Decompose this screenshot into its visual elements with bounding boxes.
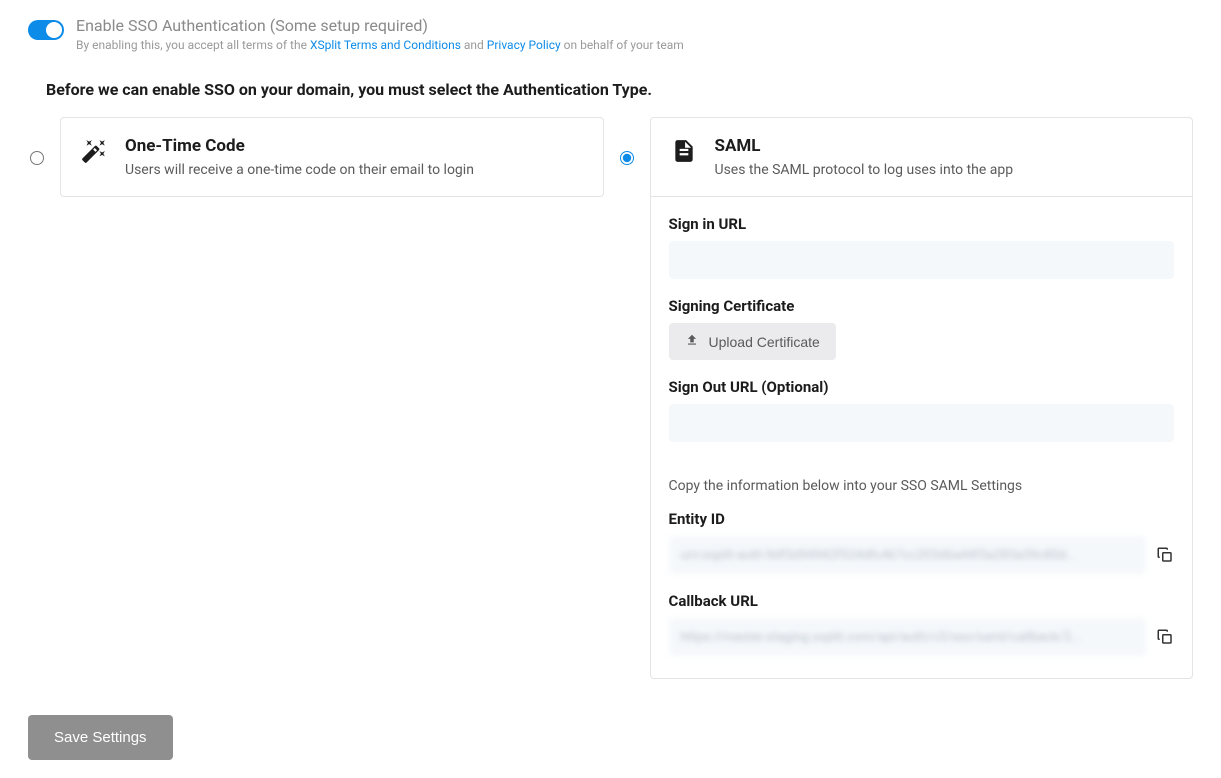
one-time-code-title: One-Time Code bbox=[125, 136, 474, 156]
entity-id-label: Entity ID bbox=[669, 510, 1175, 528]
privacy-link[interactable]: Privacy Policy bbox=[487, 38, 561, 52]
subtitle-text-before: By enabling this, you accept all terms o… bbox=[76, 38, 310, 52]
signin-url-input[interactable] bbox=[669, 241, 1175, 279]
radio-saml[interactable] bbox=[620, 151, 634, 165]
signin-url-label: Sign in URL bbox=[669, 215, 1175, 233]
magic-wand-icon bbox=[79, 136, 109, 166]
copy-callback-url-button[interactable] bbox=[1156, 628, 1174, 646]
subtitle-text-mid: and bbox=[461, 38, 487, 52]
signout-url-label: Sign Out URL (Optional) bbox=[669, 378, 1175, 396]
radio-one-time-code[interactable] bbox=[30, 151, 44, 165]
callback-url-value: https://master.staging.xsplit.com/api/au… bbox=[669, 618, 1147, 656]
terms-link[interactable]: XSplit Terms and Conditions bbox=[310, 38, 461, 52]
signout-url-input[interactable] bbox=[669, 404, 1175, 442]
enable-sso-toggle[interactable] bbox=[28, 20, 64, 40]
callback-url-label: Callback URL bbox=[669, 592, 1175, 610]
upload-certificate-label: Upload Certificate bbox=[709, 334, 820, 350]
upload-icon bbox=[685, 333, 699, 350]
saml-title: SAML bbox=[715, 136, 1014, 156]
document-icon bbox=[669, 136, 699, 166]
subtitle-text-after: on behalf of your team bbox=[561, 38, 684, 52]
one-time-code-card[interactable]: One-Time Code Users will receive a one-t… bbox=[60, 117, 604, 197]
upload-certificate-button[interactable]: Upload Certificate bbox=[669, 323, 836, 360]
entity-id-value: urn:xsplit-auth:9df3d94942f524dfc467cc20… bbox=[669, 536, 1147, 574]
saml-card: SAML Uses the SAML protocol to log uses … bbox=[650, 117, 1194, 679]
enable-sso-subtitle: By enabling this, you accept all terms o… bbox=[76, 38, 684, 52]
instruction-text: Before we can enable SSO on your domain,… bbox=[46, 80, 1193, 99]
copy-entity-id-button[interactable] bbox=[1156, 546, 1174, 564]
save-settings-button[interactable]: Save Settings bbox=[28, 715, 173, 760]
signing-cert-label: Signing Certificate bbox=[669, 297, 1175, 315]
one-time-code-desc: Users will receive a one-time code on th… bbox=[125, 162, 474, 178]
saml-desc: Uses the SAML protocol to log uses into … bbox=[715, 162, 1014, 178]
copy-instructions: Copy the information below into your SSO… bbox=[669, 478, 1175, 494]
enable-sso-title: Enable SSO Authentication (Some setup re… bbox=[76, 16, 684, 35]
